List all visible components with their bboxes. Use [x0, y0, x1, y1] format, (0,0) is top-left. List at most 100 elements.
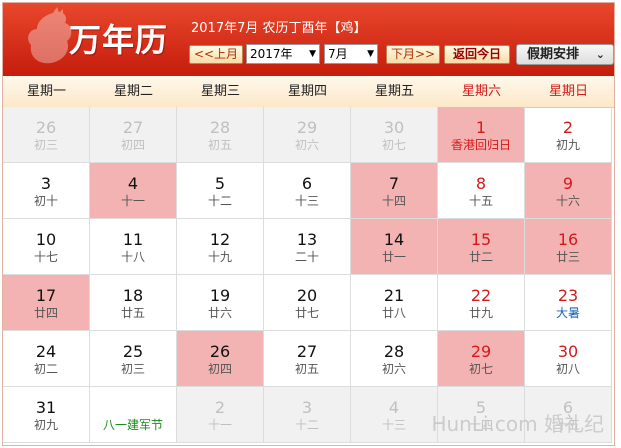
day-cell[interactable]: 17 廿四 [3, 275, 90, 331]
day-cell[interactable]: 2 十一 [177, 387, 264, 443]
day-number: 5 [214, 174, 226, 193]
lunar-date: 十三 [294, 194, 319, 208]
watermark: HunLi.com 婚礼纪 [431, 412, 604, 436]
lunar-date: 十二 [294, 418, 319, 432]
day-cell[interactable]: 29 初七 [438, 331, 525, 387]
day-cell[interactable]: 4 十一 [90, 163, 177, 219]
weekday-label: 星期四 [287, 84, 327, 99]
day-cell[interactable]: 27 初四 [90, 107, 177, 163]
lunar-date: 廿五 [120, 306, 145, 320]
day-number: 21 [383, 286, 405, 305]
lunar-date: 初七 [381, 138, 406, 152]
day-cell[interactable]: 3 初十 [3, 163, 90, 219]
lunar-date: 初八 [555, 362, 580, 376]
day-cell[interactable]: 12 十九 [177, 219, 264, 275]
day-cell[interactable]: 16 廿三 [525, 219, 612, 275]
day-cell[interactable]: 28 初五 [177, 107, 264, 163]
day-number: 27 [296, 342, 318, 361]
lunar-date: 初九 [33, 418, 58, 432]
day-cell[interactable]: 13 二十 [264, 219, 351, 275]
day-number: 24 [35, 342, 57, 361]
brand-title: 万年历 [69, 21, 169, 59]
day-cell[interactable]: 31 初九 [3, 387, 90, 443]
day-number: 8 [475, 174, 487, 193]
day-cell[interactable]: 15 廿二 [438, 219, 525, 275]
day-cell[interactable]: 19 廿六 [177, 275, 264, 331]
day-cell[interactable]: 26 初三 [3, 107, 90, 163]
year-select-value: 2017年 [250, 47, 293, 61]
lunar-date: 廿七 [294, 306, 319, 320]
next-month-button[interactable]: 下月>> [386, 45, 440, 64]
day-number: 6 [301, 174, 313, 193]
lunar-date: 廿四 [33, 306, 58, 320]
day-cell[interactable]: 8 十五 [438, 163, 525, 219]
rooster-icon [28, 7, 72, 64]
day-cell[interactable]: 25 初三 [90, 331, 177, 387]
day-cell[interactable]: 2 初九 [525, 107, 612, 163]
day-number: 14 [383, 230, 405, 249]
day-number: 25 [122, 342, 144, 361]
day-cell[interactable]: 1 香港回归日 [438, 107, 525, 163]
lunar-date: 初六 [381, 362, 406, 376]
lunar-date: 十一 [207, 418, 232, 432]
day-number: 29 [470, 342, 492, 361]
lunar-date: 廿六 [207, 306, 232, 320]
day-number: 11 [122, 230, 144, 249]
day-cell[interactable]: 9 十六 [525, 163, 612, 219]
day-cell[interactable]: 18 廿五 [90, 275, 177, 331]
day-number: 28 [209, 118, 231, 137]
back-to-today-button[interactable]: 返回今日 [444, 45, 510, 64]
day-number: 4 [388, 398, 400, 417]
day-cell[interactable]: 20 廿七 [264, 275, 351, 331]
calendar-header: 万年历 2017年7月 农历丁酉年【鸡】 <<上月 2017年 ▼ 7月 ▼ 下… [3, 3, 614, 76]
weekday-label: 星期三 [200, 84, 240, 99]
lunar-date: 初五 [294, 362, 319, 376]
weekday-label: 星期六 [461, 84, 501, 99]
month-lunar-info: 2017年7月 农历丁酉年【鸡】 [191, 21, 367, 36]
lunar-date: 初五 [207, 138, 232, 152]
day-cell[interactable]: 八一建军节 [90, 387, 177, 443]
day-cell[interactable]: 7 十四 [351, 163, 438, 219]
day-cell[interactable]: 27 初五 [264, 331, 351, 387]
lunar-date: 初四 [207, 362, 232, 376]
day-number: 19 [209, 286, 231, 305]
lunar-date: 廿九 [468, 306, 493, 320]
lunar-date: 初四 [120, 138, 145, 152]
day-number: 28 [383, 342, 405, 361]
lunar-date: 十八 [120, 250, 145, 264]
day-cell[interactable]: 5 十二 [177, 163, 264, 219]
day-number: 12 [209, 230, 231, 249]
day-cell[interactable]: 10 十七 [3, 219, 90, 275]
day-cell[interactable]: 11 十八 [90, 219, 177, 275]
day-number: 23 [557, 286, 579, 305]
lunar-date: 廿一 [381, 250, 406, 264]
month-select[interactable]: 7月 ▼ [324, 44, 378, 64]
festival-label: 香港回归日 [450, 138, 511, 152]
lunar-date: 二十 [294, 250, 319, 264]
day-number: 20 [296, 286, 318, 305]
day-cell[interactable]: 14 廿一 [351, 219, 438, 275]
lunar-date: 十五 [468, 194, 493, 208]
year-select[interactable]: 2017年 ▼ [246, 44, 320, 64]
day-cell[interactable]: 26 初四 [177, 331, 264, 387]
day-number: 30 [557, 342, 579, 361]
day-cell[interactable]: 29 初六 [264, 107, 351, 163]
holiday-schedule-dropdown[interactable]: 假期安排 ⌄ [516, 44, 614, 65]
day-cell[interactable]: 21 廿八 [351, 275, 438, 331]
lunar-date: 初六 [294, 138, 319, 152]
lunar-date: 初十 [33, 194, 58, 208]
day-cell[interactable]: 22 廿九 [438, 275, 525, 331]
prev-month-button[interactable]: <<上月 [189, 45, 243, 64]
weekday-label: 星期五 [374, 84, 414, 99]
day-cell[interactable]: 3 十二 [264, 387, 351, 443]
day-cell[interactable]: 28 初六 [351, 331, 438, 387]
day-cell[interactable]: 23 大暑 [525, 275, 612, 331]
weekday-label: 星期二 [113, 84, 153, 99]
day-cell[interactable]: 24 初二 [3, 331, 90, 387]
lunar-date: 十九 [207, 250, 232, 264]
lunar-date: 廿二 [468, 250, 493, 264]
day-cell[interactable]: 30 初八 [525, 331, 612, 387]
day-cell[interactable]: 4 十三 [351, 387, 438, 443]
day-cell[interactable]: 30 初七 [351, 107, 438, 163]
day-cell[interactable]: 6 十三 [264, 163, 351, 219]
